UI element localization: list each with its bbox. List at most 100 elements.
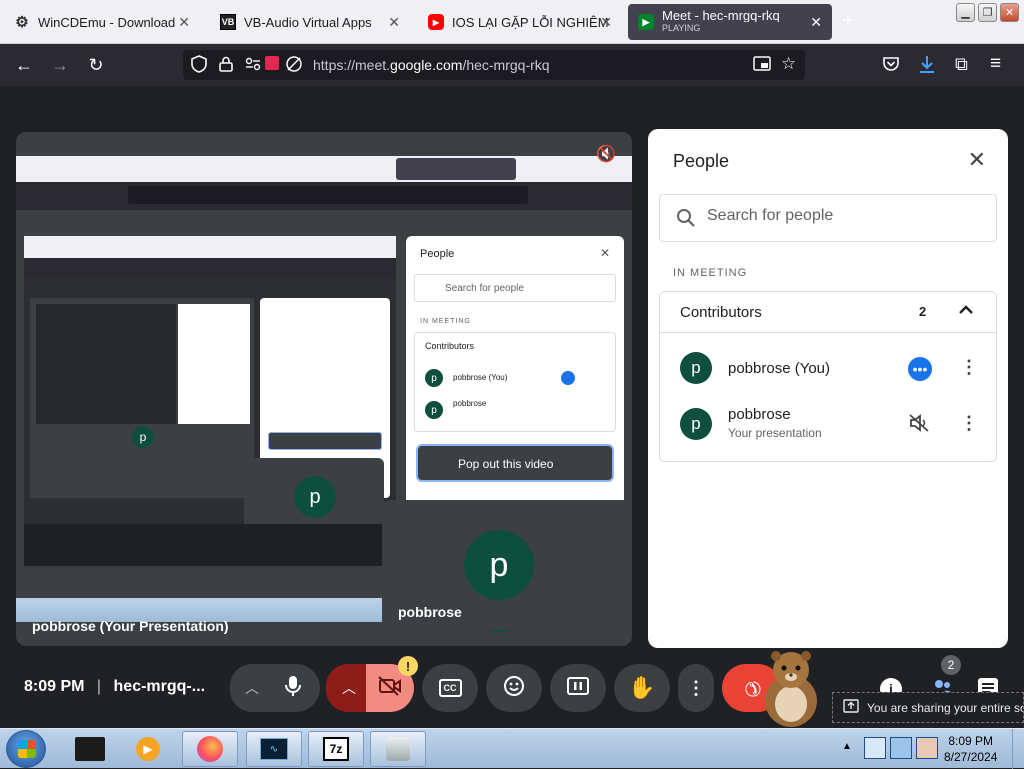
self-avatar: p — [464, 530, 534, 600]
tab-meet[interactable]: ▶ Meet - hec-mrgq-rkq PLAYING ✕ — [628, 4, 832, 40]
meet-page: p p pobbrose People ✕ Search for people … — [0, 86, 1024, 728]
tray-display-icon[interactable] — [890, 737, 912, 759]
present-button[interactable] — [550, 664, 606, 712]
contributors-label: Contributors — [680, 304, 762, 321]
tray-expand-icon[interactable]: ▲ — [842, 741, 852, 752]
tab-playing-label: PLAYING — [662, 23, 701, 33]
more-options-icon[interactable]: ⋮ — [960, 357, 978, 378]
captions-button[interactable]: CC — [422, 664, 478, 712]
browser-tab-bar: ⚙ WinCDEmu - Download ✕ VB VB-Audio Virt… — [0, 0, 1024, 44]
pocket-icon[interactable] — [882, 56, 900, 77]
tray-clock[interactable]: 8:09 PM 8/27/2024 — [944, 733, 997, 765]
taskbar-app-7zip[interactable]: 7z — [308, 731, 364, 767]
forward-icon[interactable]: → — [48, 53, 72, 77]
share-screen-icon — [843, 699, 859, 716]
nested-presentation: p p pobbrose — [24, 236, 396, 566]
more-vert-icon: ⋮ — [687, 677, 705, 698]
participant-row[interactable]: p pobbrose Your presentation ⋮ — [660, 400, 996, 450]
windows-taskbar: ▶ ∿ 7z ▲ 8:09 PM 8/27/2024 — [0, 728, 1024, 769]
people-title: People — [673, 151, 730, 171]
extensions-icon[interactable]: ⧉ — [955, 54, 968, 75]
microphone-button[interactable] — [266, 664, 320, 712]
minimize-icon[interactable]: ▁ — [956, 3, 975, 22]
close-tab-icon[interactable]: ✕ — [810, 14, 822, 31]
more-options-button[interactable]: ⋮ — [678, 664, 714, 712]
close-window-icon[interactable]: ✕ — [1000, 3, 1019, 22]
tab-vb-audio[interactable]: VB VB-Audio Virtual Apps ✕ — [210, 4, 410, 40]
search-input[interactable] — [707, 207, 977, 225]
monitor-icon: ∿ — [260, 738, 288, 760]
tray-date: 8/27/2024 — [944, 750, 998, 764]
back-icon[interactable]: ← — [12, 53, 36, 77]
nested-avatar: p — [132, 426, 154, 448]
picture-in-picture-icon[interactable] — [753, 56, 771, 77]
lock-icon[interactable] — [219, 56, 233, 77]
tray-volume-icon[interactable] — [916, 737, 938, 759]
tab-wincdemu[interactable]: ⚙ WinCDEmu - Download ✕ — [4, 4, 200, 40]
self-tile[interactable]: p pobbrose — [382, 500, 632, 630]
close-tab-icon[interactable]: ✕ — [388, 14, 400, 31]
reactions-button[interactable] — [486, 664, 542, 712]
tab-youtube[interactable]: ▶ IOS LẠI GẶP LỖI NGHIÊM TR ✕ — [418, 4, 622, 40]
url-text[interactable]: https://meet.google.com/hec-mrgq-rkq — [313, 57, 550, 73]
taskbar-app-firefox[interactable] — [182, 731, 238, 767]
address-bar[interactable]: https://meet.google.com/hec-mrgq-rkq ☆ — [183, 50, 805, 80]
participant-subtitle: Your presentation — [728, 426, 822, 440]
new-tab-icon[interactable]: + — [842, 10, 854, 33]
download-icon[interactable] — [918, 54, 936, 79]
close-tab-icon[interactable]: ✕ — [600, 14, 612, 31]
file-manager-icon — [75, 737, 105, 761]
menu-icon[interactable]: ≡ — [990, 53, 1001, 75]
participant-avatar: p — [680, 408, 712, 440]
more-options-icon[interactable]: ⋮ — [960, 413, 978, 434]
camera-off-icon — [378, 675, 402, 701]
presentation-tile[interactable]: p p pobbrose People ✕ Search for people … — [16, 132, 632, 646]
contributors-count: 2 — [919, 304, 927, 319]
participant-row[interactable]: p pobbrose (You) ••• ⋮ — [660, 344, 996, 394]
restore-icon[interactable]: ❐ — [978, 3, 997, 22]
taskbar-app-media[interactable]: ▶ — [120, 731, 176, 767]
tray-network-icon[interactable] — [864, 737, 886, 759]
microphone-icon — [285, 675, 301, 702]
chevron-up-icon: ︿ — [245, 680, 259, 696]
meeting-info: 8:09 PM | hec-mrgq-... — [24, 678, 205, 696]
contributors-group: Contributors 2 p pobbrose (You) ••• ⋮ p … — [659, 291, 997, 462]
bookmark-star-icon[interactable]: ☆ — [781, 54, 796, 74]
tab-title: Meet - hec-mrgq-rkq — [662, 9, 780, 22]
screen-share-indicator-icon[interactable] — [265, 56, 279, 70]
participant-name: pobbrose (You) — [728, 360, 831, 377]
taskbar-app-file-manager[interactable] — [62, 731, 118, 767]
youtube-icon: ▶ — [428, 14, 444, 30]
chevron-up-icon[interactable] — [958, 302, 974, 323]
camera-button[interactable]: ! — [366, 656, 418, 712]
nested-popout: Pop out this video — [416, 444, 614, 482]
start-button[interactable] — [6, 730, 46, 768]
close-tab-icon[interactable]: ✕ — [178, 14, 190, 31]
hand-icon: ✋ — [628, 675, 656, 700]
show-desktop-button[interactable] — [1012, 729, 1024, 769]
taskbar-app-installer[interactable] — [370, 731, 426, 767]
navigation-bar: ← → ↻ https://meet.google.com/hec-mrgq-r… — [0, 44, 1024, 86]
muted-speaker-icon: 🔇 — [596, 146, 616, 163]
participant-avatar: p — [680, 352, 712, 384]
taskbar-app-monitor[interactable]: ∿ — [246, 731, 302, 767]
close-panel-icon[interactable]: ✕ — [968, 147, 986, 173]
in-meeting-label: IN MEETING — [673, 267, 748, 279]
sharing-notification[interactable]: You are sharing your entire screen — [832, 692, 1024, 723]
search-field[interactable] — [659, 194, 997, 242]
permissions-icon[interactable] — [245, 57, 261, 76]
shield-icon[interactable] — [191, 55, 207, 77]
reload-icon[interactable]: ↻ — [84, 53, 108, 77]
present-screen-icon — [567, 676, 589, 700]
sharing-text: You are sharing your entire screen — [867, 700, 1023, 715]
alert-badge: ! — [398, 656, 418, 676]
tray-time: 8:09 PM — [948, 734, 994, 748]
raise-hand-button[interactable]: ✋ — [614, 664, 670, 712]
tile-label: pobbrose (Your Presentation) — [32, 618, 229, 634]
self-tile-name: pobbrose — [398, 604, 462, 620]
mic-blocked-icon[interactable] — [285, 55, 303, 78]
contributors-header[interactable]: Contributors 2 — [660, 292, 996, 333]
search-icon — [676, 208, 696, 233]
tab-title: WinCDEmu - Download — [38, 14, 176, 30]
muted-speaker-icon — [908, 412, 930, 439]
